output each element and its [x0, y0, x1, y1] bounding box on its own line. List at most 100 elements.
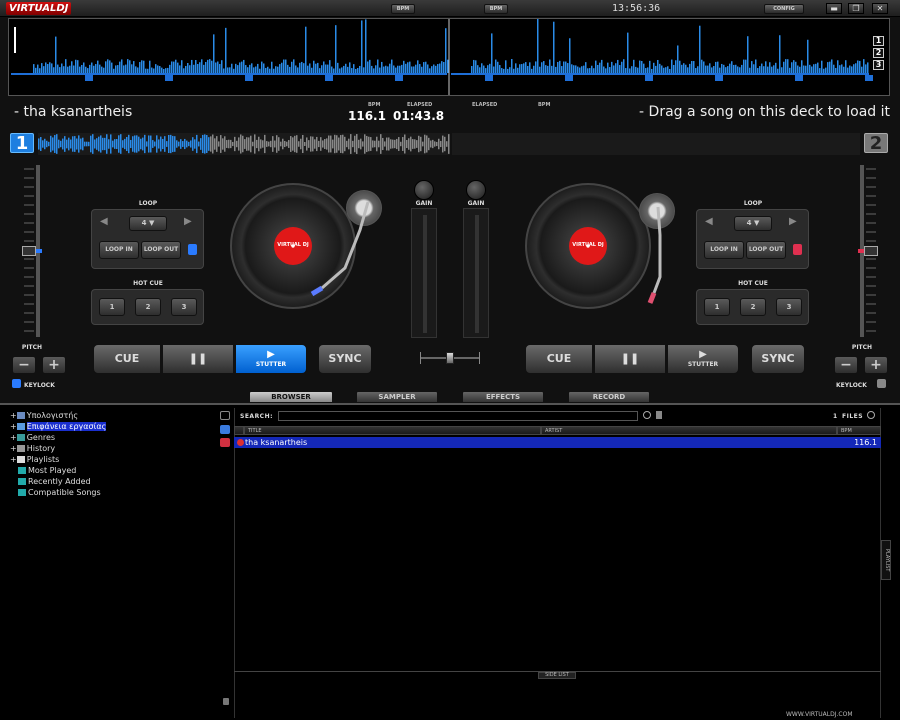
right-pause-button[interactable]: ❚❚: [594, 344, 666, 374]
close-button[interactable]: ✕: [872, 3, 888, 14]
left-elapsed-value: 01:43.8: [393, 109, 445, 123]
left-pitch-handle[interactable]: [22, 246, 36, 256]
tree-item-history[interactable]: + History: [10, 443, 232, 454]
tree-item-playlists[interactable]: + Playlists: [10, 454, 232, 465]
tree-item-desktop[interactable]: + Επιφάνεια εργασίας: [10, 421, 232, 432]
search-input[interactable]: [278, 411, 638, 421]
tree-lock-icon[interactable]: [223, 698, 229, 705]
right-keylock-icon[interactable]: [877, 379, 886, 388]
left-hotcue-2-button[interactable]: 2: [135, 298, 161, 316]
config-button[interactable]: CONFIG: [764, 4, 804, 14]
search-clear-icon[interactable]: [656, 411, 662, 419]
right-loop-prev-icon[interactable]: ◀: [705, 216, 713, 227]
col-head-artist[interactable]: ARTIST: [541, 426, 837, 435]
add-virtual-folder-icon[interactable]: [220, 425, 230, 434]
search-options-icon[interactable]: [643, 411, 651, 419]
right-bpm-label: BPM: [538, 102, 551, 108]
right-deck-song-title: - Drag a song on this deck to load it: [639, 104, 890, 120]
left-loop-size-select[interactable]: 4 ▼: [129, 216, 167, 231]
right-cue-button[interactable]: CUE: [525, 344, 593, 374]
overview-waveform[interactable]: 1 2 3: [8, 18, 890, 96]
tree-item-compatible-songs[interactable]: Compatible Songs: [10, 487, 232, 498]
bpm-button-left[interactable]: BPM: [391, 4, 415, 14]
bpm-button-right[interactable]: BPM: [484, 4, 508, 14]
left-keylock-icon[interactable]: [12, 379, 21, 388]
left-vu-meter[interactable]: [411, 208, 437, 338]
left-hotcue-panel: 1 2 3: [91, 289, 204, 325]
right-hotcue-2-button[interactable]: 2: [740, 298, 766, 316]
tree-item-genres[interactable]: + Genres: [10, 432, 232, 443]
tree-item-most-played[interactable]: Most Played: [10, 465, 232, 476]
right-pitch-minus-button[interactable]: −: [834, 356, 858, 374]
right-gain-label: GAIN: [467, 200, 485, 207]
left-keylock-label: KEYLOCK: [24, 382, 55, 389]
right-loop-out-button[interactable]: LOOP OUT: [746, 241, 786, 259]
minimize-button[interactable]: ▬: [826, 3, 842, 14]
deck-2-badge[interactable]: 2: [864, 133, 888, 154]
left-cue-button[interactable]: CUE: [93, 344, 161, 374]
crossfader-handle[interactable]: [446, 352, 454, 364]
tab-effects[interactable]: EFFECTS: [462, 391, 544, 403]
left-play-icon: ▶: [267, 349, 275, 360]
right-hotcue-1-button[interactable]: 1: [704, 298, 730, 316]
right-sync-button[interactable]: SYNC: [751, 344, 805, 374]
left-loop-prev-icon[interactable]: ◀: [100, 216, 108, 227]
left-loop-lock-icon[interactable]: [188, 244, 197, 255]
left-sync-button[interactable]: SYNC: [318, 344, 372, 374]
right-gain-knob[interactable]: [466, 180, 486, 200]
left-loop-in-button[interactable]: LOOP IN: [99, 241, 139, 259]
maximize-button[interactable]: ❐: [848, 3, 864, 14]
right-loop-panel: ◀ 4 ▼ ▶ LOOP IN LOOP OUT: [696, 209, 809, 269]
deck-1-badge[interactable]: 1: [10, 133, 34, 154]
folder-tree[interactable]: + Υπολογιστής + Επιφάνεια εργασίας + Genres…: [10, 410, 232, 708]
tree-item-computer[interactable]: + Υπολογιστής: [10, 410, 232, 421]
right-pitch-handle[interactable]: [864, 246, 878, 256]
left-pitch-slider[interactable]: [22, 165, 42, 337]
left-play-stutter-button[interactable]: ▶ STUTTER: [235, 344, 307, 374]
right-loop-size-select[interactable]: 4 ▼: [734, 216, 772, 231]
right-loop-in-button[interactable]: LOOP IN: [704, 241, 744, 259]
desktop-icon: [16, 423, 25, 430]
right-hotcue-3-button[interactable]: 3: [776, 298, 802, 316]
playlist-side-tab[interactable]: PLAYLIST: [881, 540, 891, 580]
left-pitch-label: PITCH: [21, 344, 43, 351]
right-vu-meter[interactable]: [463, 208, 489, 338]
col-head-icon[interactable]: [234, 426, 244, 435]
filter-folder-icon: [18, 478, 26, 485]
right-loop-next-icon[interactable]: ▶: [789, 216, 797, 227]
add-folder-icon[interactable]: [220, 411, 230, 420]
left-deck-waveform[interactable]: [38, 133, 450, 155]
left-pitch-plus-button[interactable]: +: [42, 356, 66, 374]
right-pitch-label: PITCH: [851, 344, 873, 351]
left-pitch-minus-button[interactable]: −: [12, 356, 36, 374]
table-row[interactable]: tha ksanartheis 116.1: [234, 437, 881, 448]
tab-browser[interactable]: BROWSER: [249, 391, 333, 403]
col-head-title[interactable]: TITLE: [244, 426, 541, 435]
tab-record[interactable]: RECORD: [568, 391, 650, 403]
left-hotcue-1-button[interactable]: 1: [99, 298, 125, 316]
side-list-toggle[interactable]: SIDE LIST: [538, 672, 576, 679]
left-pause-button[interactable]: ❚❚: [162, 344, 234, 374]
left-loop-next-icon[interactable]: ▶: [184, 216, 192, 227]
right-pitch-plus-button[interactable]: +: [864, 356, 888, 374]
file-options-icon[interactable]: [867, 411, 875, 419]
right-deck-waveform[interactable]: [452, 133, 860, 155]
deck-selector-3[interactable]: 3: [873, 60, 884, 70]
left-hotcue-label: HOT CUE: [133, 280, 163, 287]
right-play-stutter-button[interactable]: ▶ STUTTER: [667, 344, 739, 374]
tab-sampler[interactable]: SAMPLER: [356, 391, 438, 403]
tree-item-recently-added[interactable]: Recently Added: [10, 476, 232, 487]
right-loop-lock-icon[interactable]: [793, 244, 802, 255]
add-filter-folder-icon[interactable]: [220, 438, 230, 447]
left-loop-out-button[interactable]: LOOP OUT: [141, 241, 181, 259]
deck-selector-2[interactable]: 2: [873, 48, 884, 58]
left-bpm-label: BPM: [368, 102, 381, 108]
deck-selector-1[interactable]: 1: [873, 36, 884, 46]
left-hotcue-3-button[interactable]: 3: [171, 298, 197, 316]
left-gain-knob[interactable]: [414, 180, 434, 200]
right-elapsed-label: ELAPSED: [472, 102, 498, 108]
history-icon: [16, 445, 25, 452]
right-pitch-slider[interactable]: [858, 165, 878, 337]
col-head-bpm[interactable]: BPM: [837, 426, 881, 435]
right-loop-label: LOOP: [743, 200, 763, 207]
